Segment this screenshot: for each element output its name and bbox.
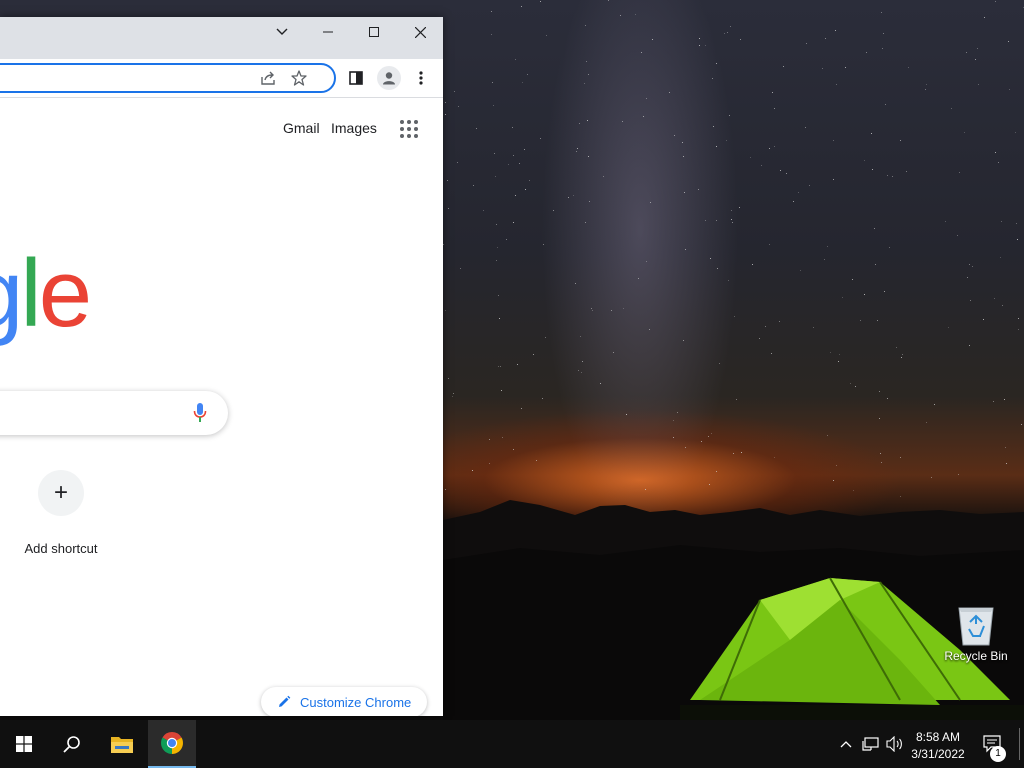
address-bar[interactable]: [0, 63, 336, 93]
folder-icon: [111, 737, 133, 753]
minimize-icon: [323, 31, 333, 33]
google-search-box[interactable]: [0, 391, 228, 435]
chrome-taskbar-button[interactable]: [148, 720, 196, 768]
search-icon: [63, 736, 80, 753]
close-button[interactable]: [397, 17, 443, 47]
more-vert-icon: [419, 71, 423, 85]
share-icon: [261, 71, 275, 85]
profile-button[interactable]: [377, 66, 401, 90]
chrome-menu-button[interactable]: [411, 68, 431, 88]
google-logo: gle: [0, 246, 92, 342]
chrome-icon: [161, 732, 183, 754]
pencil-icon: [279, 695, 291, 707]
customize-chrome-label: Customize Chrome: [300, 694, 412, 710]
recycle-bin-desktop-icon[interactable]: Recycle Bin: [938, 602, 1014, 663]
gmail-link[interactable]: Gmail: [283, 120, 320, 136]
file-explorer-button[interactable]: [98, 720, 146, 768]
add-shortcut-label[interactable]: Add shortcut: [0, 541, 122, 556]
notification-count-badge: 1: [990, 746, 1006, 762]
recycle-bin-icon: [958, 607, 994, 646]
windows-logo-icon: [16, 736, 32, 752]
browser-toolbar: [0, 59, 443, 98]
close-icon: [414, 26, 426, 38]
share-button[interactable]: [258, 68, 278, 88]
volume-button[interactable]: [884, 720, 906, 768]
side-panel-button[interactable]: [346, 68, 366, 88]
add-shortcut-button[interactable]: +: [38, 470, 84, 516]
start-button[interactable]: [0, 720, 48, 768]
images-link[interactable]: Images: [331, 120, 377, 136]
show-hidden-icons-button[interactable]: [836, 720, 856, 768]
speaker-icon: [886, 736, 902, 752]
chrome-window[interactable]: Gmail Images gle + Add shortcut Customiz…: [0, 17, 443, 716]
network-button[interactable]: [860, 720, 882, 768]
title-bar[interactable]: [0, 17, 443, 59]
system-clock[interactable]: 8:58 AM 3/31/2022: [906, 729, 970, 763]
network-icon: [862, 737, 879, 751]
chevron-up-icon: [840, 741, 852, 748]
show-desktop-button[interactable]: [1019, 728, 1020, 760]
plus-icon: +: [53, 479, 68, 506]
clock-time: 8:58 AM: [915, 730, 961, 744]
side-panel-icon: [349, 71, 363, 85]
minimize-button[interactable]: [305, 17, 351, 47]
logo-letter-e: e: [38, 240, 92, 347]
bookmark-star-button[interactable]: [289, 68, 309, 88]
star-icon: [291, 70, 307, 86]
maximize-button[interactable]: [351, 17, 397, 47]
taskbar: 8:58 AM 3/31/2022 1: [0, 720, 1024, 768]
new-tab-page: Gmail Images gle + Add shortcut Customiz…: [0, 98, 443, 716]
chevron-down-icon: [276, 28, 288, 35]
customize-chrome-button[interactable]: Customize Chrome: [261, 687, 427, 716]
maximize-icon: [369, 27, 379, 37]
tab-search-button[interactable]: [259, 17, 305, 47]
google-apps-icon[interactable]: [400, 120, 418, 138]
clock-date: 3/31/2022: [911, 747, 965, 761]
search-button[interactable]: [48, 720, 96, 768]
microphone-icon[interactable]: [193, 403, 207, 423]
logo-letter-g: g: [0, 240, 23, 347]
recycle-bin-label: Recycle Bin: [944, 649, 1008, 663]
person-icon: [383, 72, 395, 85]
logo-letter-l: l: [20, 240, 41, 347]
action-center-button[interactable]: 1: [978, 720, 1008, 768]
